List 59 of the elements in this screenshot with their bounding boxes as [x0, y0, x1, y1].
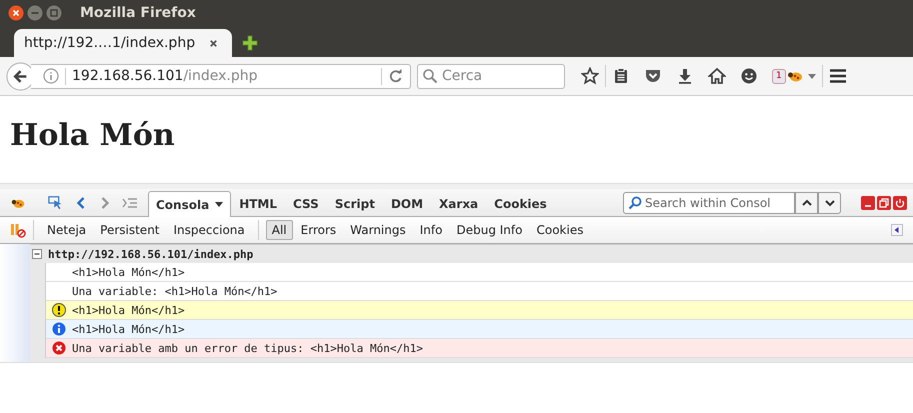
download-icon[interactable]: [676, 67, 694, 85]
window-title: Mozilla Firefox: [80, 5, 196, 21]
caret-icon[interactable]: [215, 202, 224, 207]
info-icon: [52, 322, 66, 336]
log-message: <h1>Hola Món</h1>: [72, 322, 185, 336]
new-tab-icon[interactable]: [242, 35, 258, 51]
panel-tab[interactable]: Consola: [148, 191, 232, 217]
star-icon[interactable]: [581, 67, 599, 85]
error-icon: [52, 341, 66, 355]
browser-tab[interactable]: http://192.…1/index.php: [14, 29, 232, 57]
toolbar-button[interactable]: Inspecciona: [168, 220, 251, 240]
next-match-button[interactable]: [818, 192, 841, 214]
collapse-toggle-icon[interactable]: [32, 249, 42, 259]
log-message: <h1>Hola Món</h1>: [72, 304, 185, 316]
collapse-side-panel-icon[interactable]: [891, 224, 903, 236]
home-icon[interactable]: [708, 67, 726, 85]
minimize-icon[interactable]: [861, 196, 875, 210]
filter-button[interactable]: Cookies: [530, 220, 590, 240]
chevron-down-icon: [824, 198, 834, 208]
notification-badge[interactable]: 1: [772, 68, 786, 84]
maximize-icon[interactable]: [46, 5, 62, 21]
close-icon[interactable]: [209, 38, 218, 48]
panel-tab[interactable]: Script: [326, 191, 383, 216]
chevron-up-icon: [802, 198, 812, 208]
power-icon[interactable]: [893, 196, 907, 210]
info-icon: [43, 68, 59, 84]
filter-button[interactable]: Debug Info: [450, 220, 528, 240]
panel-tab[interactable]: Xarxa: [431, 191, 486, 216]
close-icon[interactable]: [8, 5, 24, 21]
toolbar-button[interactable]: Neteja: [41, 220, 92, 240]
dropdown-caret-icon[interactable]: [808, 74, 816, 78]
filter-button[interactable]: All: [266, 220, 293, 240]
address-field[interactable]: 192.168.56.101/index.php: [31, 64, 411, 88]
panel-tab[interactable]: Cookies: [486, 191, 555, 216]
log-message: Una variable amb un error de tipus: <h1>Hola Món</h1>: [72, 342, 423, 354]
search-field[interactable]: Cerca: [417, 64, 565, 88]
clipboard-list-icon[interactable]: [612, 67, 630, 85]
reload-icon[interactable]: [388, 68, 404, 84]
filter-button[interactable]: Errors: [294, 220, 342, 240]
pocket-icon[interactable]: [644, 67, 662, 85]
console-search-field[interactable]: Search within Consol: [623, 192, 795, 214]
panel-tab[interactable]: DOM: [382, 191, 432, 216]
panel-tab[interactable]: HTML: [231, 191, 286, 216]
search-icon: [628, 196, 642, 210]
restore-icon[interactable]: [877, 196, 891, 210]
page-heading: Hola Món: [10, 117, 176, 153]
menu-icon[interactable]: [828, 67, 847, 85]
previous-match-button[interactable]: [795, 192, 818, 214]
pause-icon[interactable]: [10, 222, 26, 238]
panel-tab[interactable]: CSS: [285, 191, 327, 216]
toolbar-button[interactable]: Persistent: [94, 220, 166, 240]
smiley-icon[interactable]: [740, 67, 758, 85]
filter-button[interactable]: Warnings: [344, 220, 412, 240]
inspect-pointer-icon[interactable]: [48, 194, 64, 210]
warning-icon: [52, 303, 66, 317]
filter-button[interactable]: Info: [414, 220, 448, 240]
search-icon: [422, 68, 438, 84]
log-message: Una variable: <h1>Hola Món</h1>: [72, 284, 278, 298]
log-message: <h1>Hola Món</h1>: [72, 266, 185, 278]
